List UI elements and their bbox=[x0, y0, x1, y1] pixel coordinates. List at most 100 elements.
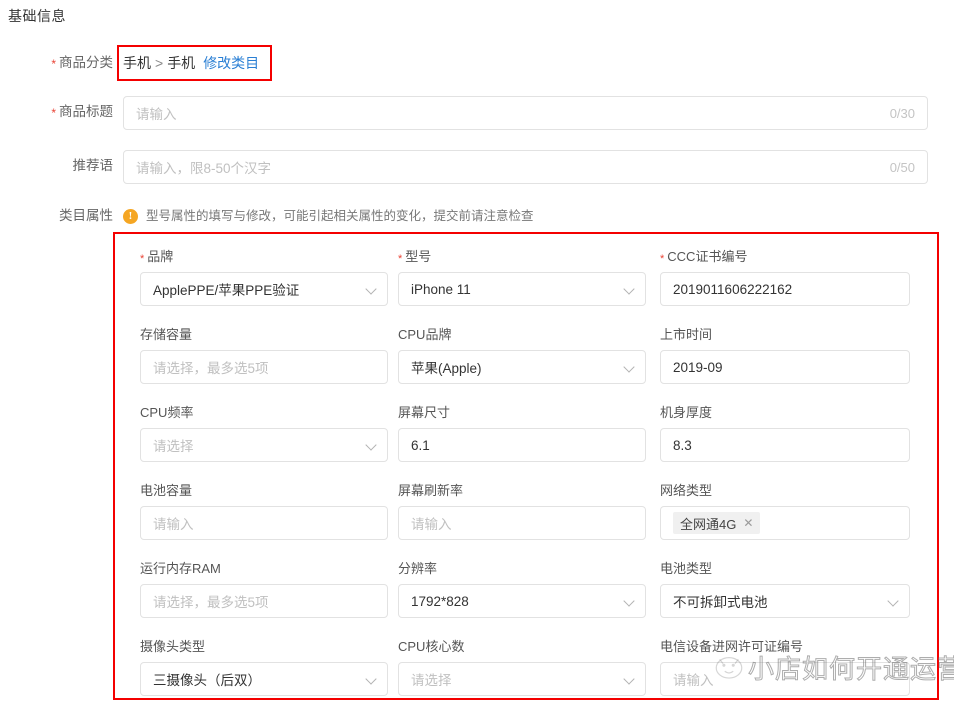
label-network-type: 网络类型 bbox=[660, 480, 936, 499]
attribute-label-text: 摄像头类型 bbox=[140, 639, 206, 654]
release-date-value: 2019-09 bbox=[673, 359, 723, 375]
storage-capacity-field[interactable]: 请选择，最多选5项 bbox=[140, 350, 388, 384]
network-type-field[interactable]: 全网通4G ✕ bbox=[660, 506, 910, 540]
label-ram: 运行内存RAM bbox=[140, 558, 398, 577]
resolution-value: 1792*828 bbox=[411, 593, 469, 609]
attribute-cell-model: * 型号 iPhone 11 bbox=[398, 246, 660, 324]
product-title-input[interactable]: 请输入 0/30 bbox=[123, 96, 928, 130]
label-slogan: 推荐语 bbox=[72, 158, 114, 173]
attribute-label-text: 机身厚度 bbox=[660, 405, 713, 420]
body-thickness-value: 8.3 bbox=[673, 437, 692, 453]
chevron-down-icon[interactable] bbox=[624, 284, 635, 295]
form-row-title: * 商品标题 请输入 0/30 bbox=[0, 96, 954, 130]
breadcrumb-item-1: 手机 bbox=[123, 55, 151, 71]
chevron-down-icon[interactable] bbox=[624, 362, 635, 373]
label-category: * 商品分类 bbox=[51, 55, 113, 71]
model-field[interactable]: iPhone 11 bbox=[398, 272, 646, 306]
label-ccc-certificate-number: * CCC证书编号 bbox=[660, 246, 936, 265]
breadcrumb-item-2: 手机 bbox=[167, 55, 196, 71]
attribute-cell-screen-refresh-rate: 屏幕刷新率 请输入 bbox=[398, 480, 660, 558]
camera-type-field[interactable]: 三摄像头（后双） bbox=[140, 662, 388, 696]
attributes-warning-text: 型号属性的填写与修改，可能引起相关属性的变化，提交前请注意检查 bbox=[146, 209, 534, 223]
network-type-tag: 全网通4G ✕ bbox=[673, 512, 761, 534]
attribute-label-text: 屏幕尺寸 bbox=[398, 405, 451, 420]
screen-refresh-rate-field[interactable]: 请输入 bbox=[398, 506, 646, 540]
edit-category-link[interactable]: 修改类目 bbox=[203, 55, 259, 71]
label-camera-type: 摄像头类型 bbox=[140, 636, 398, 655]
page-title: 基础信息 bbox=[8, 8, 66, 24]
brand-field[interactable]: ApplePPE/苹果PPE验证 bbox=[140, 272, 388, 306]
attribute-label-text: 屏幕刷新率 bbox=[398, 483, 464, 498]
required-asterisk-icon: * bbox=[51, 57, 56, 71]
brand-value: ApplePPE/苹果PPE验证 bbox=[153, 283, 300, 298]
attribute-label-text: CPU品牌 bbox=[398, 327, 452, 342]
label-cpu-frequency: CPU频率 bbox=[140, 402, 398, 421]
attribute-cell-cpu-frequency: CPU频率请选择 bbox=[115, 402, 398, 480]
attribute-cell-network-type: 网络类型全网通4G ✕ bbox=[660, 480, 936, 558]
body-thickness-field[interactable]: 8.3 bbox=[660, 428, 910, 462]
cpu-core-count-placeholder: 请选择 bbox=[411, 673, 452, 688]
attribute-label-text: 上市时间 bbox=[660, 327, 713, 342]
tag-remove-icon[interactable]: ✕ bbox=[743, 516, 753, 530]
chevron-down-icon[interactable] bbox=[366, 284, 377, 295]
ccc-certificate-number-field[interactable]: 2019011606222162 bbox=[660, 272, 910, 306]
attribute-cell-ram: 运行内存RAM 请选择，最多选5项 bbox=[115, 558, 398, 636]
attribute-cell-screen-size: 屏幕尺寸 6.1 bbox=[398, 402, 660, 480]
attribute-label-text: 运行内存RAM bbox=[140, 561, 221, 576]
battery-capacity-field[interactable]: 请输入 bbox=[140, 506, 388, 540]
attribute-cell-release-date: 上市时间 2019-09 bbox=[660, 324, 936, 402]
screen-size-field[interactable]: 6.1 bbox=[398, 428, 646, 462]
label-model: * 型号 bbox=[398, 246, 660, 265]
screen-refresh-rate-placeholder: 请输入 bbox=[411, 517, 452, 532]
attribute-cell-cpu-core-count: CPU核心数 请选择 bbox=[398, 636, 660, 714]
product-title-placeholder: 请输入 bbox=[136, 107, 177, 122]
attribute-row: * 品牌 ApplePPE/苹果PPE验证 * 型号 iPhone 11 * CCC证书编号 2… bbox=[115, 246, 937, 324]
breadcrumb: 手机 > 手机 修改类目 bbox=[123, 47, 259, 79]
label-brand: * 品牌 bbox=[140, 246, 398, 265]
attribute-label-text: CPU核心数 bbox=[398, 639, 465, 654]
model-value: iPhone 11 bbox=[411, 281, 471, 297]
attribute-label-text: 电池类型 bbox=[660, 561, 713, 576]
label-product-title: * 商品标题 bbox=[51, 104, 113, 120]
chevron-down-icon[interactable] bbox=[366, 440, 377, 451]
resolution-field[interactable]: 1792*828 bbox=[398, 584, 646, 618]
battery-type-value: 不可拆卸式电池 bbox=[673, 595, 768, 610]
attribute-label-text: 网络类型 bbox=[660, 483, 713, 498]
form-row-category: * 商品分类 手机 > 手机 修改类目 bbox=[0, 47, 954, 80]
warning-icon: ! bbox=[123, 208, 138, 224]
slogan-input[interactable]: 请输入，限8-50个汉字 0/50 bbox=[123, 150, 928, 184]
label-category-attributes: 类目属性 bbox=[59, 208, 113, 223]
label-battery-capacity: 电池容量 bbox=[140, 480, 398, 499]
required-asterisk-icon: * bbox=[398, 253, 403, 265]
chevron-down-icon[interactable] bbox=[624, 674, 635, 685]
required-asterisk-icon: * bbox=[660, 253, 665, 265]
chevron-down-icon[interactable] bbox=[888, 596, 899, 607]
cpu-frequency-field[interactable]: 请选择 bbox=[140, 428, 388, 462]
form-row-attributes-header: 类目属性 ! 型号属性的填写与修改，可能引起相关属性的变化，提交前请注意检查 bbox=[0, 200, 954, 232]
telecom-license-number-placeholder: 请输入 bbox=[673, 673, 714, 688]
battery-capacity-placeholder: 请输入 bbox=[153, 517, 194, 532]
label-battery-type: 电池类型 bbox=[660, 558, 936, 577]
chevron-down-icon[interactable] bbox=[366, 674, 377, 685]
ram-field[interactable]: 请选择，最多选5项 bbox=[140, 584, 388, 618]
attribute-label-text: 型号 bbox=[405, 249, 432, 264]
battery-type-field[interactable]: 不可拆卸式电池 bbox=[660, 584, 910, 618]
chevron-down-icon[interactable] bbox=[624, 596, 635, 607]
telecom-license-number-field[interactable]: 请输入 bbox=[660, 662, 910, 696]
cpu-core-count-field[interactable]: 请选择 bbox=[398, 662, 646, 696]
cpu-brand-value: 苹果(Apple) bbox=[411, 361, 482, 376]
slogan-placeholder: 请输入，限8-50个汉字 bbox=[136, 161, 272, 176]
attribute-cell-brand: * 品牌 ApplePPE/苹果PPE验证 bbox=[115, 246, 398, 324]
cpu-brand-field[interactable]: 苹果(Apple) bbox=[398, 350, 646, 384]
attribute-label-text: CCC证书编号 bbox=[667, 249, 748, 264]
attribute-cell-resolution: 分辨率 1792*828 bbox=[398, 558, 660, 636]
release-date-field[interactable]: 2019-09 bbox=[660, 350, 910, 384]
form-row-slogan: 推荐语 请输入，限8-50个汉字 0/50 bbox=[0, 150, 954, 184]
attribute-row: CPU频率请选择 屏幕尺寸 6.1 机身厚度 8.3 bbox=[115, 402, 937, 480]
attribute-label-text: 电池容量 bbox=[140, 483, 193, 498]
required-asterisk-icon: * bbox=[140, 253, 145, 265]
attribute-label-text: 分辨率 bbox=[398, 561, 438, 576]
attribute-cell-cpu-brand: CPU品牌苹果(Apple) bbox=[398, 324, 660, 402]
attribute-cell-battery-type: 电池类型不可拆卸式电池 bbox=[660, 558, 936, 636]
screen-size-value: 6.1 bbox=[411, 437, 430, 453]
